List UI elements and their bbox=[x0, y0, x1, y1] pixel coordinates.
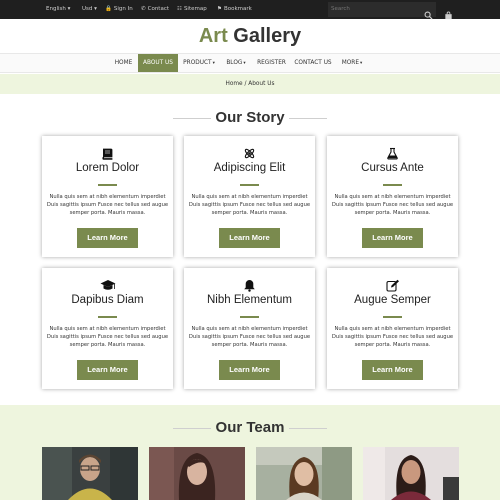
chevron-down-icon: ▾ bbox=[243, 61, 246, 66]
card-text: Nulla quis sem at nibh elementum imperdi… bbox=[46, 194, 169, 216]
nav-item-label: PRODUCT bbox=[183, 60, 212, 66]
card-divider bbox=[240, 184, 259, 186]
search-button[interactable] bbox=[424, 5, 433, 20]
contact-label: Contact bbox=[147, 6, 170, 12]
card-title: Cursus Ante bbox=[361, 162, 424, 174]
team-member-photo[interactable] bbox=[256, 447, 352, 500]
nav-item-product[interactable]: PRODUCT▾ bbox=[180, 54, 218, 72]
nav-item-label: ABOUT US bbox=[143, 60, 173, 66]
bookmark-link[interactable]: ⚑ Bookmark bbox=[217, 0, 252, 19]
nav-item-label: MORE bbox=[341, 60, 359, 66]
search-icon bbox=[424, 11, 433, 20]
card-text: Nulla quis sem at nibh elementum imperdi… bbox=[331, 194, 454, 216]
story-card: Nibh Elementum Nulla quis sem at nibh el… bbox=[184, 268, 315, 389]
cart-button[interactable] bbox=[444, 5, 453, 20]
edit-icon bbox=[327, 277, 458, 292]
chevron-down-icon: ▾ bbox=[94, 6, 97, 12]
nav-item-home[interactable]: HOME bbox=[111, 54, 136, 72]
card-text: Nulla quis sem at nibh elementum imperdi… bbox=[188, 194, 311, 216]
card-divider bbox=[240, 316, 259, 318]
language-label: English bbox=[46, 6, 66, 12]
chevron-down-icon: ▾ bbox=[67, 6, 71, 12]
currency-selector[interactable]: Usd ▾ bbox=[82, 0, 97, 19]
card-divider bbox=[383, 184, 402, 186]
signin-label: Sign In bbox=[113, 6, 133, 12]
card-title: Dapibus Diam bbox=[71, 294, 144, 306]
search-box bbox=[328, 2, 436, 20]
language-selector[interactable]: English ▾ bbox=[46, 0, 70, 19]
card-divider bbox=[383, 316, 402, 318]
learn-more-button[interactable]: Learn More bbox=[219, 360, 280, 380]
story-card: Cursus Ante Nulla quis sem at nibh eleme… bbox=[327, 136, 458, 257]
learn-more-button[interactable]: Learn More bbox=[362, 228, 423, 248]
nav-item-label: BLOG bbox=[226, 60, 243, 66]
story-card: Augue Semper Nulla quis sem at nibh elem… bbox=[327, 268, 458, 389]
story-card: Adipiscing Elit Nulla quis sem at nibh e… bbox=[184, 136, 315, 257]
section-heading-text: Our Team bbox=[215, 419, 285, 436]
nav-item-blog[interactable]: BLOG▾ bbox=[222, 54, 250, 72]
search-input[interactable] bbox=[331, 2, 421, 17]
breadcrumb: Home / About Us bbox=[0, 74, 500, 94]
contact-link[interactable]: ✆ Contact bbox=[141, 0, 169, 19]
team-member-photo[interactable] bbox=[42, 447, 138, 500]
nav-item-contact-us[interactable]: CONTACT US bbox=[292, 54, 334, 72]
card-title: Augue Semper bbox=[354, 294, 431, 306]
graduation-cap-icon bbox=[42, 277, 173, 290]
currency-label: Usd bbox=[82, 6, 93, 12]
learn-more-button[interactable]: Learn More bbox=[77, 360, 138, 380]
card-title: Adipiscing Elit bbox=[213, 162, 286, 174]
card-title: Lorem Dolor bbox=[75, 162, 140, 174]
section-heading-text: Our Story bbox=[215, 109, 285, 126]
site-logo[interactable]: Art Gallery bbox=[0, 21, 500, 51]
sitemap-label: Sitemap bbox=[183, 6, 207, 12]
card-text: Nulla quis sem at nibh elementum imperdi… bbox=[46, 326, 169, 348]
shopping-bag-icon bbox=[445, 11, 452, 20]
card-title: Nibh Elementum bbox=[206, 294, 292, 306]
bookmark-icon: ⚑ bbox=[217, 6, 222, 12]
our-story-heading: Our Story bbox=[0, 108, 500, 128]
chevron-down-icon: ▾ bbox=[360, 61, 363, 66]
card-text: Nulla quis sem at nibh elementum imperdi… bbox=[331, 326, 454, 348]
nav-item-more[interactable]: MORE▾ bbox=[338, 54, 366, 72]
nav-item-label: HOME bbox=[114, 60, 133, 66]
card-divider bbox=[98, 184, 117, 186]
learn-more-button[interactable]: Learn More bbox=[362, 360, 423, 380]
logo-word-art: Art bbox=[198, 25, 228, 47]
book-icon bbox=[42, 145, 173, 160]
lock-icon: 🔒 bbox=[105, 6, 112, 12]
chevron-down-icon: ▾ bbox=[212, 61, 215, 66]
flask-icon bbox=[327, 145, 458, 160]
nav-item-register[interactable]: REGISTER bbox=[254, 54, 289, 72]
team-member-photo[interactable] bbox=[149, 447, 245, 500]
card-text: Nulla quis sem at nibh elementum imperdi… bbox=[188, 326, 311, 348]
sitemap-link[interactable]: ☷ Sitemap bbox=[177, 0, 207, 19]
logo-word-gallery: Gallery bbox=[227, 25, 302, 47]
nav-item-about-us[interactable]: ABOUT US bbox=[138, 54, 178, 72]
our-team-heading: Our Team bbox=[0, 418, 500, 438]
story-card: Dapibus Diam Nulla quis sem at nibh elem… bbox=[42, 268, 173, 389]
team-member-photo[interactable] bbox=[363, 447, 459, 500]
heading-divider bbox=[289, 118, 327, 119]
learn-more-button[interactable]: Learn More bbox=[77, 228, 138, 248]
story-card: Lorem Dolor Nulla quis sem at nibh eleme… bbox=[42, 136, 173, 257]
nav-item-label: REGISTER bbox=[257, 60, 286, 66]
nav-item-label: CONTACT US bbox=[294, 60, 332, 66]
bookmark-label: Bookmark bbox=[223, 6, 252, 12]
learn-more-button[interactable]: Learn More bbox=[219, 228, 280, 248]
card-divider bbox=[98, 316, 117, 318]
heading-divider bbox=[289, 428, 327, 429]
main-nav: HOME ABOUT US PRODUCT▾ BLOG▾ REGISTER CO… bbox=[0, 53, 500, 73]
bell-icon bbox=[184, 277, 315, 292]
atom-icon bbox=[184, 145, 315, 159]
sitemap-icon: ☷ bbox=[177, 6, 182, 12]
top-bar: English ▾ Usd ▾ 🔒 Sign In ✆ Contact ☷ Sitem… bbox=[0, 0, 500, 20]
phone-icon: ✆ bbox=[141, 6, 146, 12]
signin-link[interactable]: 🔒 Sign In bbox=[105, 0, 133, 19]
